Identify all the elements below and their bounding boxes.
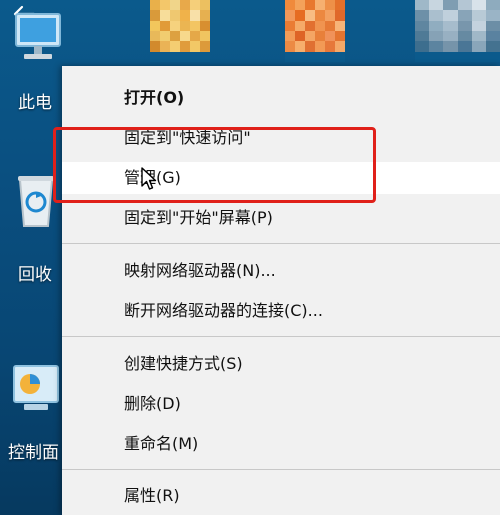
desktop-icon-this-pc[interactable]: 此电 <box>0 8 70 113</box>
menu-item-properties[interactable]: 属性(R) <box>62 480 500 512</box>
menu-item-delete[interactable]: 删除(D) <box>62 388 500 420</box>
pixelated-thumbnails <box>110 0 500 62</box>
desktop-icon-label: 此电 <box>18 93 52 113</box>
recycle-bin-icon <box>18 176 54 227</box>
menu-item-manage[interactable]: 管理(G) <box>62 162 500 194</box>
pixelated-thumbnail <box>150 0 210 62</box>
menu-item-rename[interactable]: 重命名(M) <box>62 428 500 460</box>
menu-separator <box>62 243 500 244</box>
computer-icon <box>15 13 61 59</box>
menu-separator <box>62 469 500 470</box>
pixelated-thumbnail <box>285 0 345 62</box>
menu-item-create-shortcut[interactable]: 创建快捷方式(S) <box>62 348 500 380</box>
desktop-icon-recycle-bin[interactable]: 回收 <box>0 160 70 290</box>
context-menu: 打开(O) 固定到"快速访问" 管理(G) 固定到"开始"屏幕(P) 映射网络驱… <box>62 66 500 515</box>
menu-item-pin-start[interactable]: 固定到"开始"屏幕(P) <box>62 202 500 234</box>
desktop-icon-control-panel[interactable]: 控制面 <box>0 360 70 470</box>
menu-separator <box>62 336 500 337</box>
menu-item-open[interactable]: 打开(O) <box>62 82 500 114</box>
menu-item-disconnect-network-drive[interactable]: 断开网络驱动器的连接(C)... <box>62 295 500 327</box>
desktop-icon-label: 回收 <box>18 265 52 285</box>
control-panel-icon <box>13 365 59 410</box>
cursor-icon <box>141 167 157 190</box>
desktop-icon-label: 控制面 <box>8 443 59 463</box>
menu-item-pin-quick-access[interactable]: 固定到"快速访问" <box>62 122 500 154</box>
menu-item-map-network-drive[interactable]: 映射网络驱动器(N)... <box>62 255 500 287</box>
pixelated-thumbnail <box>415 0 500 62</box>
